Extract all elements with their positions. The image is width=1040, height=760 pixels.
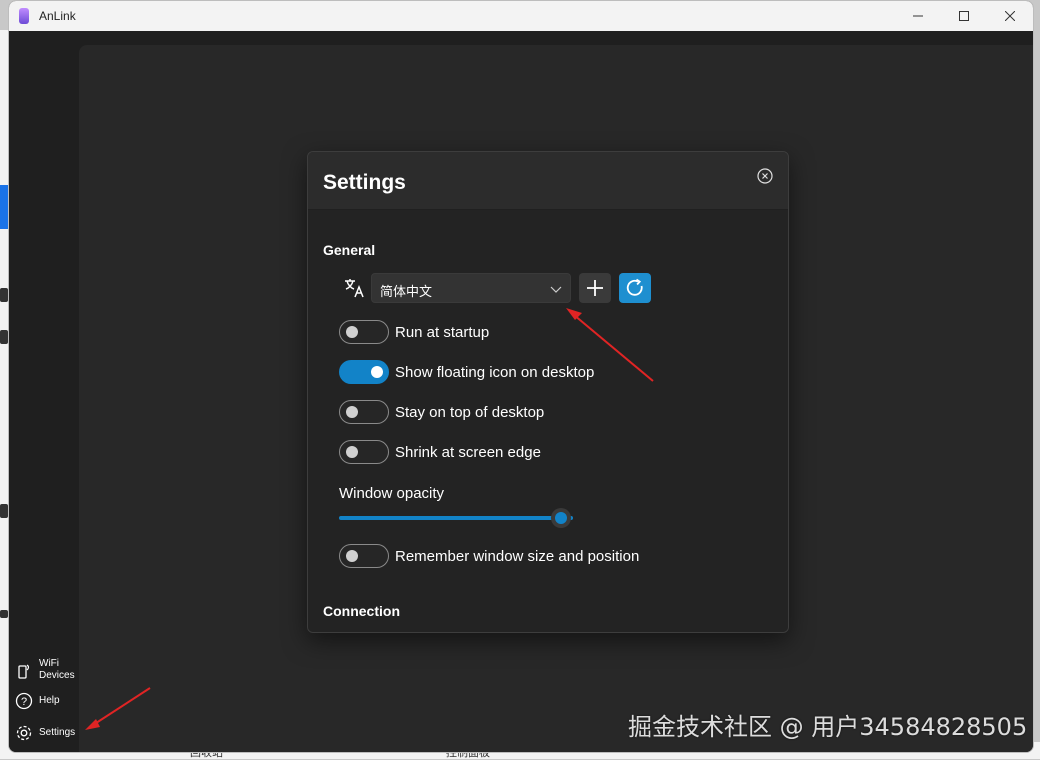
section-title-connection: Connection [323,603,400,619]
toggle-row-stay-on-top: Stay on top of desktop [339,400,544,424]
toggle-knob [371,366,383,378]
slider-track [339,516,573,520]
sidebar-item-settings[interactable]: Settings [15,724,75,742]
help-icon: ? [15,692,33,710]
close-icon [1005,11,1015,21]
sidebar-item-label: Help [39,695,60,706]
toggle-row-run-at-startup: Run at startup [339,320,489,344]
window-opacity-slider[interactable] [339,508,573,528]
show-floating-icon-toggle[interactable] [339,360,389,384]
refresh-language-button[interactable] [619,273,651,303]
sidebar-item-label: WiFi Devices [39,658,75,681]
toggle-label: Stay on top of desktop [395,403,545,421]
watermark: 掘金技术社区 @ 用户34584828505 [628,713,1028,741]
toggle-knob [346,446,358,458]
toggle-row-floating-icon: Show floating icon on desktop [339,360,594,384]
desktop-icon-fragment [0,610,8,618]
toggle-row-remember-window: Remember window size and position [339,544,639,568]
language-select[interactable]: 简体中文 [371,273,571,303]
section-title-general: General [323,242,376,258]
window-controls [895,1,1033,31]
refresh-icon [626,278,643,296]
settings-dialog: Settings General 简体中文 Run at startup Sho… [307,151,789,633]
desktop-icon-fragment [0,288,8,302]
sidebar: WiFi Devices ? Help Settings [9,31,79,752]
shrink-at-edge-toggle[interactable] [339,440,389,464]
toggle-label: Shrink at screen edge [395,443,541,461]
maximize-icon [959,11,969,21]
toggle-label: Remember window size and position [395,547,640,565]
desktop-left-strip [0,30,8,759]
translate-icon [345,279,364,298]
window-opacity-label: Window opacity [339,485,445,502]
toggle-label: Run at startup [395,323,490,341]
add-language-button[interactable] [579,273,611,303]
dialog-header: Settings [308,152,788,210]
gear-icon [16,725,32,741]
stay-on-top-toggle[interactable] [339,400,389,424]
language-select-value: 简体中文 [380,285,433,300]
remember-window-toggle[interactable] [339,544,389,568]
run-at-startup-toggle[interactable] [339,320,389,344]
close-window-button[interactable] [987,1,1033,31]
window-title: AnLink [39,9,76,23]
plus-icon [587,280,603,296]
slider-thumb[interactable] [551,508,572,528]
toggle-row-shrink-edge: Shrink at screen edge [339,440,541,464]
toggle-knob [346,326,358,338]
dialog-title: Settings [323,171,406,194]
dialog-body: General 简体中文 Run at startup Show floatin… [308,210,788,632]
minimize-button[interactable] [895,1,941,31]
maximize-button[interactable] [941,1,987,31]
toggle-label: Show floating icon on desktop [395,363,595,381]
svg-text:?: ? [21,696,27,708]
toggle-knob [346,550,358,562]
minimize-icon [913,15,923,17]
desktop-icon-fragment [0,330,8,344]
phone-wifi-icon [18,664,30,679]
sidebar-item-help[interactable]: ? Help [15,692,60,710]
title-bar[interactable]: AnLink [9,1,1033,31]
toggle-knob [346,406,358,418]
desktop-icon-fragment [0,504,8,518]
desktop-selection-highlight [0,185,8,229]
chevron-down-icon [550,286,562,293]
close-dialog-icon[interactable] [757,168,773,184]
app-icon [19,8,29,24]
sidebar-item-wifi-devices[interactable]: WiFi Devices [15,658,75,682]
sidebar-item-label: Settings [39,727,76,738]
